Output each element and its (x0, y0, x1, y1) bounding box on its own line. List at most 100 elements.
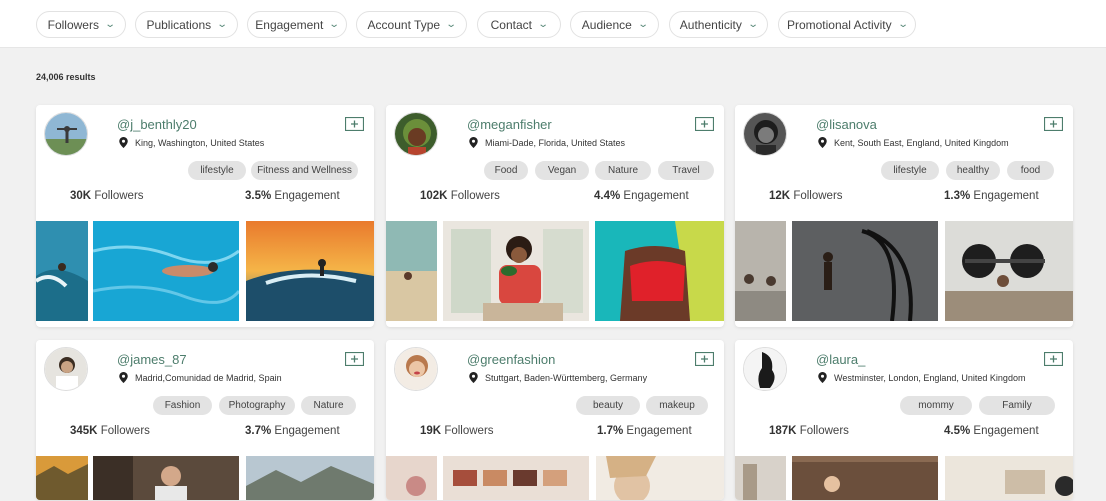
tag[interactable]: Family (979, 396, 1055, 415)
profile-location: King, Washington, United States (119, 137, 264, 148)
tag[interactable]: Photography (219, 396, 295, 415)
chevron-down-icon: ⌄ (747, 19, 759, 30)
profile-location: Westminster, London, England, United Kin… (818, 372, 1025, 383)
engagement-stat: 3.5% Engagement (245, 190, 340, 202)
profile-handle[interactable]: @laura_ (816, 352, 865, 367)
followers-stat: 30K Followers (70, 190, 144, 202)
profile-handle[interactable]: @greenfashion (467, 352, 555, 367)
avatar[interactable] (44, 347, 88, 391)
profile-handle[interactable]: @lisanova (816, 117, 877, 132)
tag[interactable]: Nature (301, 396, 356, 415)
add-to-list-icon[interactable] (345, 117, 364, 131)
tag[interactable]: lifestyle (881, 161, 939, 180)
profile-card[interactable]: @j_benthly20 King, Washington, United St… (36, 105, 374, 327)
filter-label: Audience (581, 17, 632, 32)
post-thumbnail[interactable] (36, 456, 88, 500)
tag[interactable]: mommy (900, 396, 972, 415)
engagement-stat: 3.7% Engagement (245, 425, 340, 437)
post-thumbnail[interactable] (443, 456, 589, 500)
profile-handle[interactable]: @j_benthly20 (117, 117, 197, 132)
tag[interactable]: Fitness and Wellness (251, 161, 358, 180)
avatar[interactable] (743, 347, 787, 391)
filter-account-type[interactable]: Account Type ⌄ (356, 11, 467, 38)
post-thumbnail[interactable] (792, 456, 938, 500)
location-pin-icon (469, 137, 478, 148)
profile-card[interactable]: @laura_ Westminster, London, England, Un… (735, 340, 1073, 500)
location-pin-icon (119, 137, 128, 148)
followers-label: Followers (793, 190, 843, 202)
followers-stat: 12K Followers (769, 190, 843, 202)
tag[interactable]: Food (484, 161, 528, 180)
add-to-list-icon[interactable] (695, 352, 714, 366)
followers-count: 30K (70, 190, 92, 202)
profile-card[interactable]: @meganfisher Miami-Dade, Florida, United… (386, 105, 724, 327)
tag[interactable]: healthy (946, 161, 1000, 180)
filter-contact[interactable]: Contact ⌄ (477, 11, 561, 38)
engagement-label: Engagement (274, 190, 340, 202)
engagement-stat: 1.3% Engagement (944, 190, 1039, 202)
post-thumbnail[interactable] (386, 221, 437, 321)
post-thumbnail[interactable] (945, 456, 1073, 500)
profile-card[interactable]: @james_87 Madrid,Comunidad de Madrid, Sp… (36, 340, 374, 500)
chevron-down-icon: ⌄ (104, 19, 116, 30)
post-thumbnail[interactable] (735, 456, 786, 500)
filter-promotional-activity[interactable]: Promotional Activity ⌄ (778, 11, 916, 38)
chevron-down-icon: ⌄ (445, 19, 457, 30)
filter-authenticity[interactable]: Authenticity ⌄ (669, 11, 768, 38)
post-thumbnail[interactable] (93, 221, 239, 321)
tag[interactable]: food (1007, 161, 1054, 180)
engagement-label: Engagement (274, 425, 340, 437)
profile-handle[interactable]: @meganfisher (467, 117, 552, 132)
post-thumbnail[interactable] (443, 221, 589, 321)
location-text: Miami-Dade, Florida, United States (485, 137, 626, 148)
tag[interactable]: beauty (576, 396, 640, 415)
post-thumbnail[interactable] (246, 221, 374, 321)
post-thumbnail[interactable] (945, 221, 1073, 321)
engagement-stat: 1.7% Engagement (597, 425, 692, 437)
location-pin-icon (469, 372, 478, 383)
engagement-rate: 3.7% (245, 425, 272, 437)
add-to-list-icon[interactable] (1044, 352, 1063, 366)
profile-card[interactable]: @lisanova Kent, South East, England, Uni… (735, 105, 1073, 327)
profile-handle[interactable]: @james_87 (117, 352, 187, 367)
tag[interactable]: Travel (658, 161, 714, 180)
tag[interactable]: Nature (595, 161, 651, 180)
post-thumbnail[interactable] (386, 456, 437, 500)
filter-audience[interactable]: Audience ⌄ (570, 11, 659, 38)
location-text: Madrid,Comunidad de Madrid, Spain (135, 372, 282, 383)
followers-count: 345K (70, 425, 98, 437)
filter-publications[interactable]: Publications ⌄ (135, 11, 238, 38)
filter-label: Account Type (367, 17, 441, 32)
add-to-list-icon[interactable] (345, 352, 364, 366)
engagement-label: Engagement (973, 425, 1039, 437)
tag[interactable]: Fashion (153, 396, 212, 415)
location-pin-icon (818, 372, 827, 383)
avatar[interactable] (394, 112, 438, 156)
post-thumbnail[interactable] (792, 221, 938, 321)
followers-label: Followers (450, 190, 500, 202)
avatar[interactable] (44, 112, 88, 156)
filter-label: Followers (47, 17, 99, 32)
profile-card[interactable]: @greenfashion Stuttgart, Baden-Württembe… (386, 340, 724, 500)
chevron-down-icon: ⌄ (328, 19, 341, 30)
tag[interactable]: Vegan (535, 161, 589, 180)
post-thumbnail[interactable] (246, 456, 374, 500)
add-to-list-icon[interactable] (695, 117, 714, 131)
add-to-list-icon[interactable] (1044, 117, 1063, 131)
followers-stat: 19K Followers (420, 425, 494, 437)
location-pin-icon (818, 137, 827, 148)
post-thumbnail[interactable] (36, 221, 88, 321)
avatar[interactable] (743, 112, 787, 156)
post-thumbnail[interactable] (595, 221, 724, 321)
post-thumbnail[interactable] (735, 221, 786, 321)
filter-followers[interactable]: Followers ⌄ (36, 11, 126, 38)
post-thumbnail[interactable] (596, 456, 724, 500)
chevron-down-icon: ⌄ (637, 19, 649, 30)
tag[interactable]: makeup (646, 396, 708, 415)
tag[interactable]: lifestyle (188, 161, 246, 180)
filter-engagement[interactable]: Engagement ⌄ (247, 11, 347, 38)
post-thumbnail[interactable] (93, 456, 239, 500)
avatar[interactable] (394, 347, 438, 391)
followers-label: Followers (799, 425, 849, 437)
filter-label: Contact (490, 17, 532, 32)
